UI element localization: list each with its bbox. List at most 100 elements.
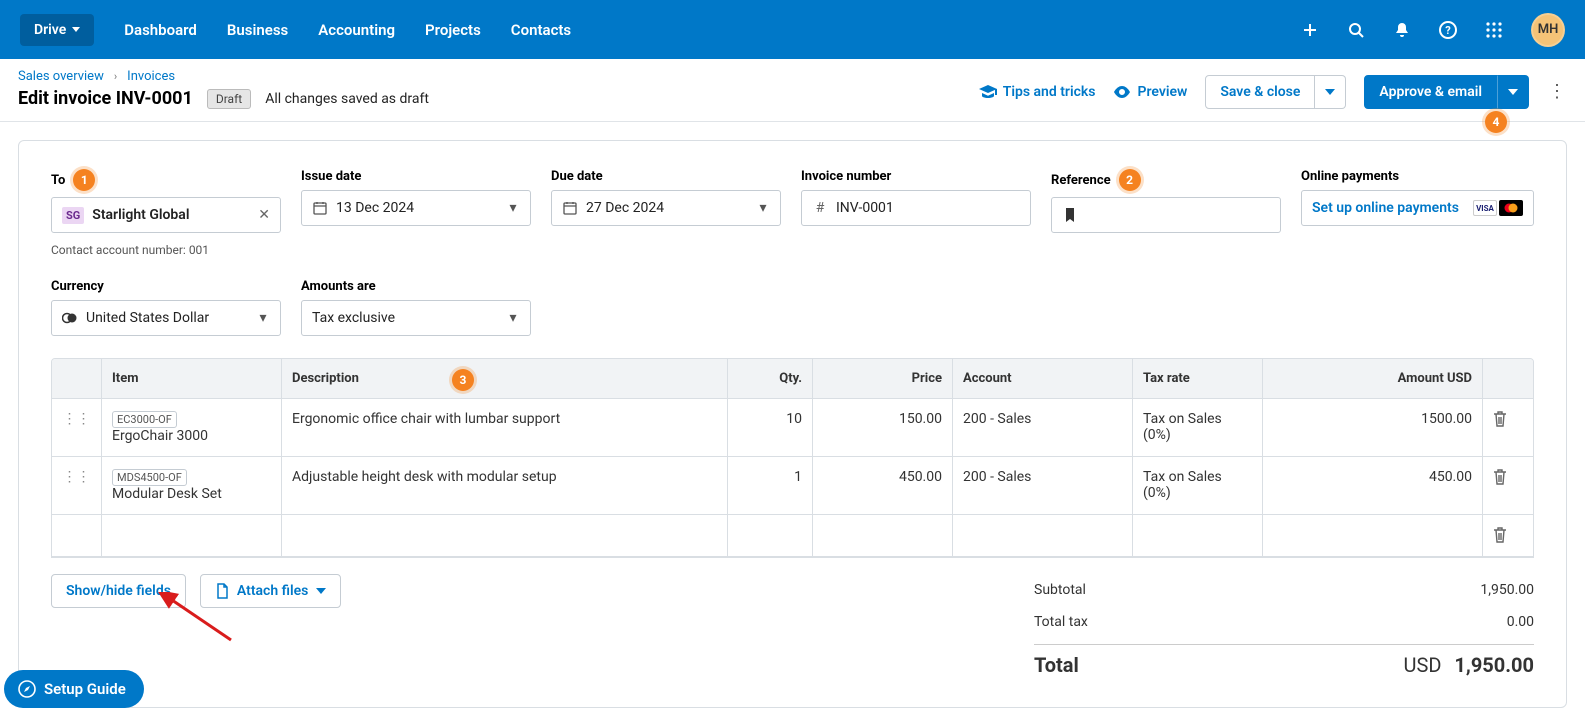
currency-input[interactable]: United States Dollar ▾ — [51, 300, 281, 336]
calendar-icon — [312, 201, 328, 215]
item-cell[interactable]: MDS4500-OF Modular Desk Set — [102, 457, 282, 514]
due-date-label: Due date — [551, 169, 781, 184]
issue-date-label: Issue date — [301, 169, 531, 184]
org-switcher[interactable]: Drive — [20, 14, 94, 46]
invoice-number-input[interactable]: # INV-0001 — [801, 190, 1031, 226]
table-row: ⋮⋮ MDS4500-OF Modular Desk Set Adjustabl… — [52, 457, 1533, 515]
show-hide-fields-button[interactable]: Show/hide fields — [51, 574, 186, 608]
approve-email-caret[interactable] — [1497, 75, 1529, 109]
top-bar: Drive Dashboard Business Accounting Proj… — [0, 0, 1585, 59]
amounts-are-input[interactable]: Tax exclusive ▾ — [301, 300, 531, 336]
below-table: Show/hide fields Attach files Subtotal 1… — [51, 558, 1534, 707]
bell-icon[interactable] — [1393, 21, 1411, 39]
breadcrumb: Sales overview › Invoices — [18, 69, 429, 84]
tax-row: Total tax 0.00 — [1034, 606, 1534, 638]
tips-label: Tips and tricks — [1003, 84, 1096, 100]
price-cell[interactable]: 450.00 — [813, 457, 953, 514]
issue-date-value: 13 Dec 2024 — [336, 200, 498, 216]
price-cell[interactable] — [813, 515, 953, 556]
save-close-caret[interactable] — [1315, 75, 1346, 109]
item-sku: MDS4500-OF — [112, 469, 187, 486]
nav-dashboard[interactable]: Dashboard — [124, 21, 197, 39]
account-cell[interactable]: 200 - Sales — [953, 399, 1133, 456]
more-menu[interactable]: ⋮ — [1547, 83, 1567, 101]
coins-icon — [62, 312, 78, 324]
invoice-number-field: Invoice number # INV-0001 — [801, 169, 1031, 257]
trash-icon[interactable] — [1493, 527, 1507, 543]
col-account: Account — [953, 359, 1133, 398]
total-row: Total USD 1,950.00 — [1034, 645, 1534, 685]
table-row-empty — [52, 515, 1533, 557]
save-status: All changes saved as draft — [265, 91, 429, 107]
breadcrumb-sales[interactable]: Sales overview — [18, 69, 104, 84]
reference-input[interactable] — [1051, 197, 1281, 233]
totals: Subtotal 1,950.00 Total tax 0.00 Total U… — [1034, 574, 1534, 685]
nav-business[interactable]: Business — [227, 21, 288, 39]
table-row: ⋮⋮ EC3000-OF ErgoChair 3000 Ergonomic of… — [52, 399, 1533, 457]
item-cell[interactable] — [102, 515, 282, 556]
nav-accounting[interactable]: Accounting — [318, 21, 395, 39]
account-cell[interactable]: 200 - Sales — [953, 457, 1133, 514]
page-title: Edit invoice INV-0001 — [18, 88, 193, 109]
setup-guide-button[interactable]: Setup Guide — [4, 670, 144, 708]
account-cell[interactable] — [953, 515, 1133, 556]
qty-cell[interactable]: 1 — [728, 457, 813, 514]
online-payments-input[interactable]: Set up online payments VISA — [1301, 190, 1534, 226]
qty-cell[interactable] — [728, 515, 813, 556]
search-icon[interactable] — [1347, 21, 1365, 39]
col-price: Price — [813, 359, 953, 398]
approve-email-button[interactable]: Approve & email — [1364, 75, 1497, 109]
tax-label: Total tax — [1034, 614, 1088, 630]
issue-date-input[interactable]: 13 Dec 2024 ▾ — [301, 190, 531, 226]
trash-icon[interactable] — [1493, 469, 1507, 485]
tax-cell[interactable]: Tax on Sales (0%) — [1133, 399, 1263, 456]
to-field: To 1 SG Starlight Global ✕ Contact accou… — [51, 169, 281, 257]
caret-down-icon: ▾ — [506, 200, 520, 216]
clear-icon[interactable]: ✕ — [258, 207, 270, 223]
col-handle — [52, 359, 102, 398]
nav-contacts[interactable]: Contacts — [511, 21, 571, 39]
chevron-right-icon: › — [114, 70, 117, 83]
main: To 1 SG Starlight Global ✕ Contact accou… — [0, 122, 1585, 726]
qty-cell[interactable]: 10 — [728, 399, 813, 456]
drag-handle-icon[interactable]: ⋮⋮ — [62, 469, 91, 485]
avatar[interactable]: MH — [1531, 13, 1565, 47]
amount-cell: 450.00 — [1263, 457, 1483, 514]
amount-cell — [1263, 515, 1483, 556]
approve-email-group: Approve & email — [1364, 75, 1529, 109]
tax-cell[interactable]: Tax on Sales (0%) — [1133, 457, 1263, 514]
invoice-number-label: Invoice number — [801, 169, 1031, 184]
breadcrumb-invoices[interactable]: Invoices — [127, 69, 175, 84]
trash-icon[interactable] — [1493, 411, 1507, 427]
due-date-input[interactable]: 27 Dec 2024 ▾ — [551, 190, 781, 226]
desc-cell[interactable]: Adjustable height desk with modular setu… — [282, 457, 728, 514]
drag-handle-icon[interactable]: ⋮⋮ — [62, 411, 91, 427]
save-close-button[interactable]: Save & close — [1205, 75, 1315, 109]
desc-cell[interactable] — [282, 515, 728, 556]
plus-icon[interactable] — [1301, 21, 1319, 39]
apps-icon[interactable] — [1485, 21, 1503, 39]
callout-3: 3 — [452, 369, 474, 391]
preview-link[interactable]: Preview — [1113, 84, 1187, 100]
setup-payments-link[interactable]: Set up online payments — [1312, 200, 1465, 216]
reference-label: Reference — [1051, 173, 1111, 188]
col-item: Item — [102, 359, 282, 398]
compass-icon — [18, 680, 36, 698]
attach-files-button[interactable]: Attach files — [200, 574, 341, 608]
desc-cell[interactable]: Ergonomic office chair with lumbar suppo… — [282, 399, 728, 456]
to-label: To — [51, 173, 65, 188]
reference-field: Reference 2 — [1051, 169, 1281, 257]
item-cell[interactable]: EC3000-OF ErgoChair 3000 — [102, 399, 282, 456]
amounts-are-label: Amounts are — [301, 279, 531, 294]
nav-projects[interactable]: Projects — [425, 21, 481, 39]
save-close-group: Save & close — [1205, 75, 1346, 109]
to-input[interactable]: SG Starlight Global ✕ — [51, 197, 281, 233]
tips-link[interactable]: Tips and tricks — [979, 84, 1096, 100]
help-icon[interactable]: ? — [1439, 21, 1457, 39]
card-logos: VISA — [1473, 200, 1523, 216]
tax-cell[interactable] — [1133, 515, 1263, 556]
below-left: Show/hide fields Attach files — [51, 574, 341, 608]
callout-1: 1 — [73, 169, 95, 191]
line-items-table: Item Description 3 Qty. Price Account Ta… — [51, 358, 1534, 558]
price-cell[interactable]: 150.00 — [813, 399, 953, 456]
